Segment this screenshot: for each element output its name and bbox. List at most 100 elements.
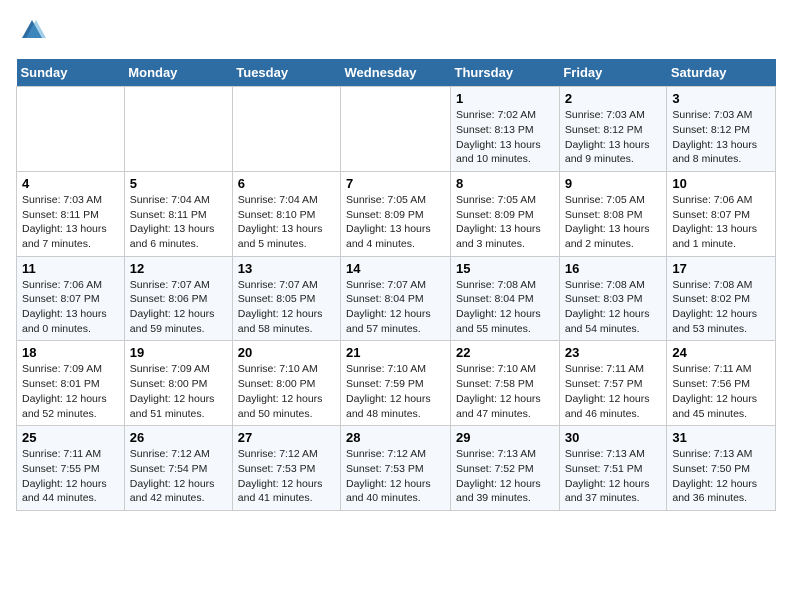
day-info: Sunrise: 7:03 AM Sunset: 8:11 PM Dayligh…	[22, 193, 119, 252]
day-info: Sunrise: 7:05 AM Sunset: 8:08 PM Dayligh…	[565, 193, 662, 252]
day-number: 10	[672, 176, 770, 191]
calendar-cell	[124, 87, 232, 172]
calendar-cell: 24Sunrise: 7:11 AM Sunset: 7:56 PM Dayli…	[667, 341, 776, 426]
day-info: Sunrise: 7:06 AM Sunset: 8:07 PM Dayligh…	[672, 193, 770, 252]
col-header-friday: Friday	[559, 59, 667, 87]
calendar-cell: 6 Sunrise: 7:04 AM Sunset: 8:10 PM Daylig…	[232, 171, 340, 256]
col-header-thursday: Thursday	[451, 59, 560, 87]
day-info: Sunrise: 7:10 AM Sunset: 7:58 PM Dayligh…	[456, 362, 554, 421]
calendar-cell: 3 Sunrise: 7:03 AM Sunset: 8:12 PM Daylig…	[667, 87, 776, 172]
calendar-cell: 18 Sunrise: 7:09 AM Sunset: 8:01 PM Dayli…	[17, 341, 125, 426]
day-info: Sunrise: 7:12 AM Sunset: 7:54 PM Dayligh…	[130, 447, 227, 506]
day-number: 27	[238, 430, 335, 445]
day-info: Sunrise: 7:12 AM Sunset: 7:53 PM Dayligh…	[346, 447, 445, 506]
day-number: 2	[565, 91, 662, 106]
calendar-cell: 5Sunrise: 7:04 AM Sunset: 8:11 PM Daylig…	[124, 171, 232, 256]
calendar-cell: 28 Sunrise: 7:12 AM Sunset: 7:53 PM Dayli…	[341, 426, 451, 511]
day-info: Sunrise: 7:07 AM Sunset: 8:04 PM Dayligh…	[346, 278, 445, 337]
calendar-cell: 27 Sunrise: 7:12 AM Sunset: 7:53 PM Dayli…	[232, 426, 340, 511]
col-header-monday: Monday	[124, 59, 232, 87]
day-info: Sunrise: 7:02 AM Sunset: 8:13 PM Dayligh…	[456, 108, 554, 167]
calendar-cell: 30 Sunrise: 7:13 AM Sunset: 7:51 PM Dayli…	[559, 426, 667, 511]
day-number: 8	[456, 176, 554, 191]
day-info: Sunrise: 7:08 AM Sunset: 8:03 PM Dayligh…	[565, 278, 662, 337]
calendar-cell	[17, 87, 125, 172]
day-number: 22	[456, 345, 554, 360]
day-number: 25	[22, 430, 119, 445]
day-info: Sunrise: 7:08 AM Sunset: 8:04 PM Dayligh…	[456, 278, 554, 337]
calendar-cell: 23 Sunrise: 7:11 AM Sunset: 7:57 PM Dayli…	[559, 341, 667, 426]
calendar-cell: 21 Sunrise: 7:10 AM Sunset: 7:59 PM Dayli…	[341, 341, 451, 426]
calendar-cell: 16 Sunrise: 7:08 AM Sunset: 8:03 PM Dayli…	[559, 256, 667, 341]
calendar-cell: 14 Sunrise: 7:07 AM Sunset: 8:04 PM Dayli…	[341, 256, 451, 341]
col-header-saturday: Saturday	[667, 59, 776, 87]
logo-icon	[18, 16, 46, 44]
day-number: 18	[22, 345, 119, 360]
calendar-cell: 13 Sunrise: 7:07 AM Sunset: 8:05 PM Dayli…	[232, 256, 340, 341]
calendar-cell: 20 Sunrise: 7:10 AM Sunset: 8:00 PM Dayli…	[232, 341, 340, 426]
calendar-cell: 17 Sunrise: 7:08 AM Sunset: 8:02 PM Dayli…	[667, 256, 776, 341]
calendar-cell: 29Sunrise: 7:13 AM Sunset: 7:52 PM Dayli…	[451, 426, 560, 511]
calendar-cell: 10 Sunrise: 7:06 AM Sunset: 8:07 PM Dayli…	[667, 171, 776, 256]
day-info: Sunrise: 7:06 AM Sunset: 8:07 PM Dayligh…	[22, 278, 119, 337]
day-number: 19	[130, 345, 227, 360]
day-number: 15	[456, 261, 554, 276]
calendar-cell: 15 Sunrise: 7:08 AM Sunset: 8:04 PM Dayli…	[451, 256, 560, 341]
calendar-cell: 1 Sunrise: 7:02 AM Sunset: 8:13 PM Daylig…	[451, 87, 560, 172]
day-info: Sunrise: 7:09 AM Sunset: 8:01 PM Dayligh…	[22, 362, 119, 421]
day-number: 1	[456, 91, 554, 106]
day-number: 17	[672, 261, 770, 276]
calendar-cell: 8 Sunrise: 7:05 AM Sunset: 8:09 PM Daylig…	[451, 171, 560, 256]
day-info: Sunrise: 7:04 AM Sunset: 8:10 PM Dayligh…	[238, 193, 335, 252]
day-number: 31	[672, 430, 770, 445]
day-number: 29	[456, 430, 554, 445]
day-number: 3	[672, 91, 770, 106]
calendar-cell: 12 Sunrise: 7:07 AM Sunset: 8:06 PM Dayli…	[124, 256, 232, 341]
day-number: 16	[565, 261, 662, 276]
day-info: Sunrise: 7:07 AM Sunset: 8:06 PM Dayligh…	[130, 278, 227, 337]
day-number: 21	[346, 345, 445, 360]
day-number: 12	[130, 261, 227, 276]
col-header-tuesday: Tuesday	[232, 59, 340, 87]
day-number: 26	[130, 430, 227, 445]
day-info: Sunrise: 7:13 AM Sunset: 7:50 PM Dayligh…	[672, 447, 770, 506]
day-info: Sunrise: 7:05 AM Sunset: 8:09 PM Dayligh…	[456, 193, 554, 252]
calendar-cell: 25 Sunrise: 7:11 AM Sunset: 7:55 PM Dayli…	[17, 426, 125, 511]
day-info: Sunrise: 7:13 AM Sunset: 7:51 PM Dayligh…	[565, 447, 662, 506]
day-number: 30	[565, 430, 662, 445]
day-info: Sunrise: 7:03 AM Sunset: 8:12 PM Dayligh…	[672, 108, 770, 167]
day-number: 28	[346, 430, 445, 445]
day-number: 7	[346, 176, 445, 191]
day-number: 14	[346, 261, 445, 276]
day-info: Sunrise: 7:03 AM Sunset: 8:12 PM Dayligh…	[565, 108, 662, 167]
day-number: 6	[238, 176, 335, 191]
day-info: Sunrise: 7:10 AM Sunset: 8:00 PM Dayligh…	[238, 362, 335, 421]
calendar-cell	[232, 87, 340, 172]
day-info: Sunrise: 7:10 AM Sunset: 7:59 PM Dayligh…	[346, 362, 445, 421]
day-number: 20	[238, 345, 335, 360]
col-header-sunday: Sunday	[17, 59, 125, 87]
day-info: Sunrise: 7:07 AM Sunset: 8:05 PM Dayligh…	[238, 278, 335, 337]
day-info: Sunrise: 7:11 AM Sunset: 7:57 PM Dayligh…	[565, 362, 662, 421]
calendar-cell: 9 Sunrise: 7:05 AM Sunset: 8:08 PM Daylig…	[559, 171, 667, 256]
day-number: 5	[130, 176, 227, 191]
calendar-cell: 11 Sunrise: 7:06 AM Sunset: 8:07 PM Dayli…	[17, 256, 125, 341]
day-number: 23	[565, 345, 662, 360]
day-info: Sunrise: 7:11 AM Sunset: 7:55 PM Dayligh…	[22, 447, 119, 506]
calendar-cell: 19 Sunrise: 7:09 AM Sunset: 8:00 PM Dayli…	[124, 341, 232, 426]
page-header	[16, 16, 776, 49]
calendar-cell: 31 Sunrise: 7:13 AM Sunset: 7:50 PM Dayli…	[667, 426, 776, 511]
calendar-cell	[341, 87, 451, 172]
calendar-cell: 22 Sunrise: 7:10 AM Sunset: 7:58 PM Dayli…	[451, 341, 560, 426]
day-number: 9	[565, 176, 662, 191]
logo	[16, 16, 46, 49]
day-info: Sunrise: 7:12 AM Sunset: 7:53 PM Dayligh…	[238, 447, 335, 506]
day-number: 13	[238, 261, 335, 276]
day-number: 4	[22, 176, 119, 191]
calendar-cell: 26 Sunrise: 7:12 AM Sunset: 7:54 PM Dayli…	[124, 426, 232, 511]
calendar-table: SundayMondayTuesdayWednesdayThursdayFrid…	[16, 59, 776, 511]
day-number: 11	[22, 261, 119, 276]
day-info: Sunrise: 7:08 AM Sunset: 8:02 PM Dayligh…	[672, 278, 770, 337]
day-info: Sunrise: 7:09 AM Sunset: 8:00 PM Dayligh…	[130, 362, 227, 421]
calendar-cell: 4 Sunrise: 7:03 AM Sunset: 8:11 PM Daylig…	[17, 171, 125, 256]
